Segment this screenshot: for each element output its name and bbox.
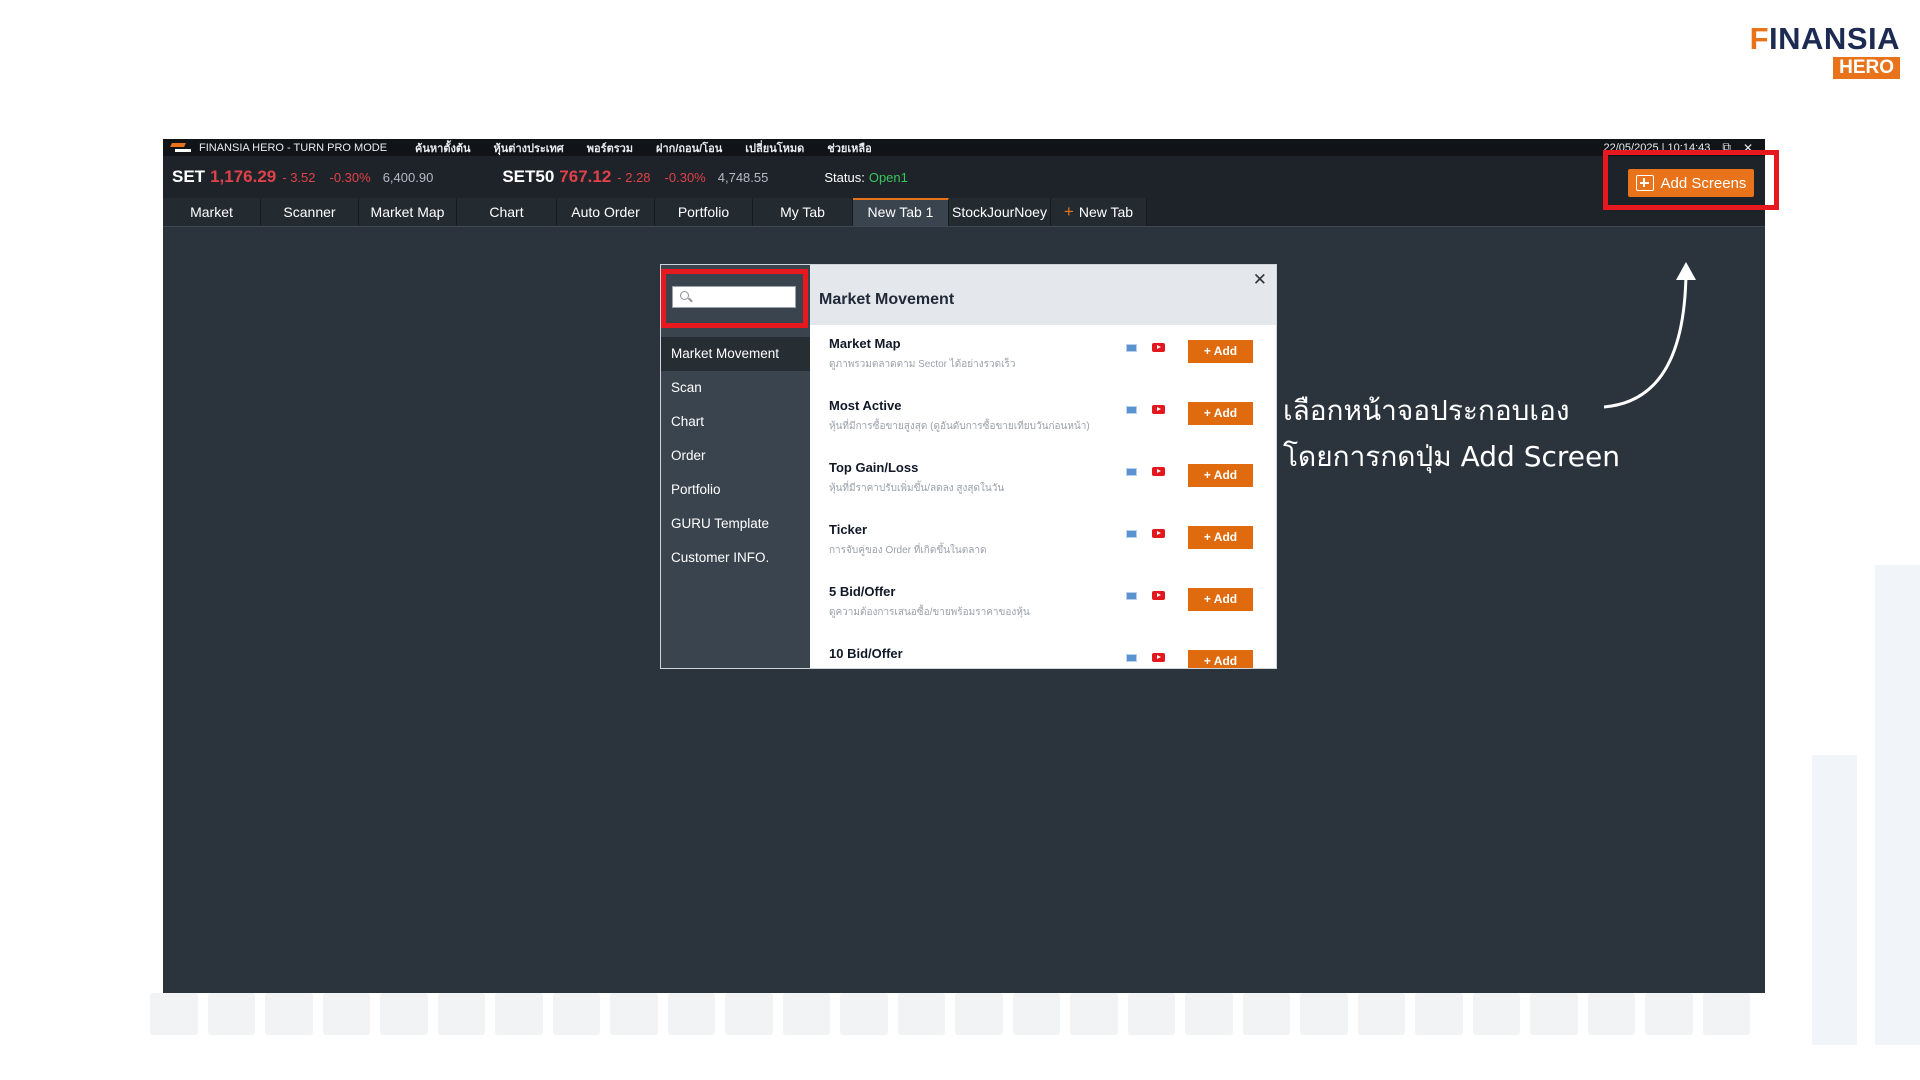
brand-sub: HERO bbox=[1833, 57, 1900, 79]
menu-foreign-stocks[interactable]: หุ้นต่างประเทศ bbox=[494, 139, 564, 157]
set-index-price: 1,176.29 bbox=[210, 167, 277, 186]
screen-list-panel: Market Movement ✕ Market Map ดูภาพรวมตลา… bbox=[810, 265, 1276, 668]
menu-portfolio-summary[interactable]: พอร์ตรวม bbox=[587, 139, 633, 157]
list-item: Ticker การจับคู่ของ Order ที่เกิดขึ้นในต… bbox=[810, 511, 1276, 573]
set50-index-percent: -0.30% bbox=[664, 169, 706, 185]
menu-help[interactable]: ช่วยเหลือ bbox=[827, 139, 871, 157]
tab-my-tab[interactable]: My Tab bbox=[753, 198, 853, 226]
app-title: FINANSIA HERO - TURN PRO MODE bbox=[199, 141, 388, 154]
tab-bar: Market Scanner Market Map Chart Auto Ord… bbox=[163, 198, 1765, 226]
instruction-annotation: เลือกหน้าจอประกอบเอง โดยการกดปุ่ม Add Sc… bbox=[1283, 388, 1620, 480]
preview-image-icon[interactable] bbox=[1126, 592, 1137, 600]
set-index-percent: -0.30% bbox=[329, 169, 371, 185]
category-list: Market Movement Scan Chart Order Portfol… bbox=[661, 337, 810, 575]
preview-image-icon[interactable] bbox=[1126, 344, 1137, 352]
new-tab-button[interactable]: + New Tab bbox=[1051, 198, 1147, 226]
plus-icon: + bbox=[1063, 202, 1074, 221]
set50-index-change: - 2.28 bbox=[617, 169, 651, 185]
list-item: 5 Bid/Offer ดูความต้องการเสนอซื้อ/ขายพร้… bbox=[810, 573, 1276, 635]
video-tutorial-icon[interactable] bbox=[1152, 529, 1165, 538]
screen-description: การจับคู่ของ Order ที่เกิดขึ้นในตลาด bbox=[829, 545, 987, 556]
brand-wordmark: FINANSIA bbox=[1749, 21, 1900, 56]
tab-market[interactable]: Market bbox=[163, 198, 261, 226]
preview-image-icon[interactable] bbox=[1126, 406, 1137, 414]
reflection-band bbox=[150, 993, 1750, 1035]
panel-header: Market Movement ✕ bbox=[810, 265, 1276, 325]
screen-description: ดูภาพรวมตลาดตาม Sector ได้อย่างรวดเร็ว bbox=[829, 359, 1016, 370]
tab-new-tab-1[interactable]: New Tab 1 bbox=[853, 198, 949, 226]
screen-name: Ticker bbox=[829, 522, 868, 537]
decor-bar bbox=[1812, 755, 1857, 1045]
category-guru-template[interactable]: GURU Template bbox=[661, 507, 810, 541]
index-quote-bar: SET 1,176.29 - 3.52 -0.30% 6,400.90 SET5… bbox=[163, 156, 1765, 198]
tab-auto-order[interactable]: Auto Order bbox=[557, 198, 655, 226]
app-logo-icon bbox=[171, 141, 193, 154]
finansia-hero-logo: FINANSIA HERO bbox=[1750, 22, 1900, 79]
screen-name: 10 Bid/Offer bbox=[829, 646, 903, 661]
video-tutorial-icon[interactable] bbox=[1152, 591, 1165, 600]
set50-index-price: 767.12 bbox=[559, 167, 612, 186]
category-chart[interactable]: Chart bbox=[661, 405, 810, 439]
video-tutorial-icon[interactable] bbox=[1152, 653, 1165, 662]
annotation-line-1: เลือกหน้าจอประกอบเอง bbox=[1283, 394, 1570, 427]
add-button[interactable]: + Add bbox=[1188, 464, 1253, 487]
screen-name: 5 Bid/Offer bbox=[829, 584, 896, 599]
screen-name: Market Map bbox=[829, 336, 901, 351]
search-highlight bbox=[661, 269, 808, 328]
set-index-volume: 6,400.90 bbox=[382, 169, 434, 185]
tab-portfolio[interactable]: Portfolio bbox=[655, 198, 753, 226]
add-button[interactable]: + Add bbox=[1188, 588, 1253, 611]
menu-search[interactable]: ค้นหาตั้งต้น bbox=[415, 139, 470, 157]
set50-index-name: SET50 bbox=[502, 167, 555, 186]
category-customer-info[interactable]: Customer INFO. bbox=[661, 541, 810, 575]
screen-description: หุ้นที่มีการซื้อขายสูงสุด (ดูอันดับการซื… bbox=[829, 421, 1090, 432]
list-item: Most Active หุ้นที่มีการซื้อขายสูงสุด (ด… bbox=[810, 387, 1276, 449]
add-button[interactable]: + Add bbox=[1188, 650, 1253, 668]
menu-switch-mode[interactable]: เปลี่ยนโหมด bbox=[745, 139, 804, 157]
set-index-name: SET bbox=[172, 167, 206, 186]
video-tutorial-icon[interactable] bbox=[1152, 405, 1165, 414]
title-bar: FINANSIA HERO - TURN PRO MODE ค้นหาตั้งต… bbox=[163, 139, 1765, 156]
list-item: 10 Bid/Offer + Add bbox=[810, 635, 1276, 668]
panel-title: Market Movement bbox=[819, 291, 955, 308]
close-dialog-icon[interactable]: ✕ bbox=[1253, 270, 1267, 290]
screen-description: หุ้นที่มีราคาปรับเพิ่มขึ้น/ลดลง สูงสุดใน… bbox=[829, 483, 1005, 494]
tab-scanner[interactable]: Scanner bbox=[261, 198, 359, 226]
tab-market-map[interactable]: Market Map bbox=[359, 198, 457, 226]
market-status-value: Open1 bbox=[868, 169, 908, 185]
menu-deposit-withdraw[interactable]: ฝาก/ถอน/โอน bbox=[656, 139, 722, 157]
market-status-label: Status: bbox=[824, 169, 865, 185]
category-market-movement[interactable]: Market Movement bbox=[661, 337, 810, 371]
video-tutorial-icon[interactable] bbox=[1152, 467, 1165, 476]
list-item: Top Gain/Loss หุ้นที่มีราคาปรับเพิ่มขึ้น… bbox=[810, 449, 1276, 511]
tab-stockjournoey[interactable]: StockJourNoey bbox=[949, 198, 1051, 226]
category-scan[interactable]: Scan bbox=[661, 371, 810, 405]
add-button[interactable]: + Add bbox=[1188, 340, 1253, 363]
set50-index-volume: 4,748.55 bbox=[717, 169, 769, 185]
new-tab-label: New Tab bbox=[1078, 204, 1134, 220]
preview-image-icon[interactable] bbox=[1126, 654, 1137, 662]
tab-chart[interactable]: Chart bbox=[457, 198, 557, 226]
screen-description: ดูความต้องการเสนอซื้อ/ขายพร้อมราคาของหุ้… bbox=[829, 607, 1030, 618]
set-index-change: - 3.52 bbox=[282, 169, 316, 185]
decor-bar bbox=[1875, 565, 1920, 1045]
add-button[interactable]: + Add bbox=[1188, 526, 1253, 549]
add-button[interactable]: + Add bbox=[1188, 402, 1253, 425]
preview-image-icon[interactable] bbox=[1126, 468, 1137, 476]
annotation-line-2: โดยการกดปุ่ม Add Screen bbox=[1283, 440, 1620, 473]
preview-image-icon[interactable] bbox=[1126, 530, 1137, 538]
screen-name: Top Gain/Loss bbox=[829, 460, 919, 475]
video-tutorial-icon[interactable] bbox=[1152, 343, 1165, 352]
screen-list: Market Map ดูภาพรวมตลาดตาม Sector ได้อย่… bbox=[810, 325, 1276, 668]
screen-name: Most Active bbox=[829, 398, 902, 413]
add-screens-highlight bbox=[1603, 150, 1779, 210]
category-portfolio[interactable]: Portfolio bbox=[661, 473, 810, 507]
category-order[interactable]: Order bbox=[661, 439, 810, 473]
list-item: Market Map ดูภาพรวมตลาดตาม Sector ได้อย่… bbox=[810, 325, 1276, 387]
